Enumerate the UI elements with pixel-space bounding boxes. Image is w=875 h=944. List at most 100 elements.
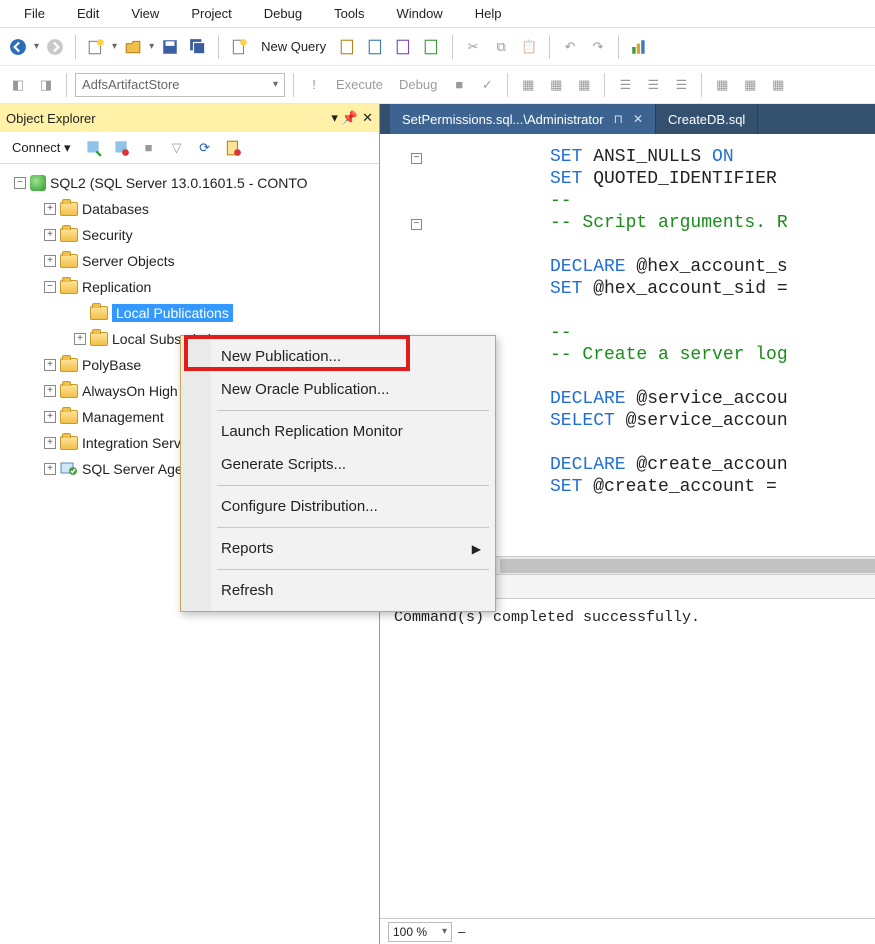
disconnect-server-icon[interactable] — [109, 136, 133, 160]
parse-icon: ✓ — [475, 73, 499, 97]
open-button[interactable] — [121, 35, 145, 59]
tree-databases[interactable]: + Databases — [4, 196, 375, 222]
new-query-button[interactable]: New Query — [255, 37, 332, 56]
cut-button: ✂ — [461, 35, 485, 59]
nav-forward-button — [43, 35, 67, 59]
menu-project[interactable]: Project — [175, 2, 247, 25]
panel-pin-icon[interactable]: 📌 — [342, 110, 358, 126]
save-button[interactable] — [158, 35, 182, 59]
expander-icon[interactable]: + — [44, 255, 56, 267]
tb-script2-icon[interactable] — [364, 35, 388, 59]
stop-icon: ■ — [447, 73, 471, 97]
tb2-tree1-icon: ☰ — [613, 73, 637, 97]
code-text[interactable]: SET ANSI_NULLS ON SET QUOTED_IDENTIFIER … — [440, 134, 875, 556]
execute-icon: ! — [302, 73, 326, 97]
tree-label: Security — [82, 227, 133, 243]
document-tabs: SetPermissions.sql...\Administrator ⊓ ✕ … — [380, 104, 875, 134]
zoom-dash: – — [458, 924, 465, 939]
database-selector[interactable]: AdfsArtifactStore ▾ — [75, 73, 285, 97]
tb-script3-icon[interactable] — [392, 35, 416, 59]
tb2-grid1-icon: ▦ — [710, 73, 734, 97]
ctx-refresh[interactable]: Refresh — [181, 574, 495, 607]
editor-status-strip: 100 % ▾ – — [380, 918, 875, 944]
new-item-button[interactable] — [84, 35, 108, 59]
menu-debug[interactable]: Debug — [248, 2, 318, 25]
menu-edit[interactable]: Edit — [61, 2, 115, 25]
nav-back-button[interactable] — [6, 35, 30, 59]
folder-icon — [60, 202, 78, 216]
expander-icon[interactable]: + — [44, 385, 56, 397]
tab-createdb[interactable]: CreateDB.sql — [656, 104, 758, 134]
tree-label: Management — [82, 409, 164, 425]
expander-icon[interactable]: − — [14, 177, 26, 189]
tb2-icon1: ◧ — [6, 73, 30, 97]
stop-oe-icon: ■ — [137, 136, 161, 160]
ctx-generate-scripts[interactable]: Generate Scripts... — [181, 448, 495, 481]
ctx-new-oracle-publication[interactable]: New Oracle Publication... — [181, 373, 495, 406]
tree-security[interactable]: + Security — [4, 222, 375, 248]
context-menu: New Publication... New Oracle Publicatio… — [180, 335, 496, 612]
folder-icon — [60, 254, 78, 268]
ctx-launch-replication-monitor[interactable]: Launch Replication Monitor — [181, 415, 495, 448]
close-icon[interactable]: ✕ — [633, 112, 643, 126]
panel-close-icon[interactable]: ✕ — [362, 110, 373, 126]
zoom-chevron-icon: ▾ — [442, 926, 447, 937]
debug-button: Debug — [393, 75, 443, 94]
expander-icon[interactable]: + — [44, 203, 56, 215]
expander-icon[interactable]: + — [44, 437, 56, 449]
folder-icon — [60, 280, 78, 294]
scrollbar-thumb[interactable] — [500, 559, 875, 573]
ctx-new-publication[interactable]: New Publication... — [181, 340, 495, 373]
activity-icon[interactable] — [627, 35, 651, 59]
submenu-arrow-icon: ▶ — [472, 542, 481, 556]
expander-icon[interactable]: + — [44, 359, 56, 371]
save-all-button[interactable] — [186, 35, 210, 59]
panel-options-icon[interactable]: ▾ — [331, 110, 338, 126]
tb2-grid3-icon: ▦ — [766, 73, 790, 97]
undo-button: ↶ — [558, 35, 582, 59]
tab-setpermissions[interactable]: SetPermissions.sql...\Administrator ⊓ ✕ — [390, 104, 656, 134]
tb-script4-icon[interactable] — [420, 35, 444, 59]
toolbar-sql: ◧ ◨ AdfsArtifactStore ▾ ! Execute Debug … — [0, 66, 875, 104]
expander-icon[interactable]: + — [44, 229, 56, 241]
ctx-reports-label: Reports — [221, 540, 274, 557]
expander-icon[interactable]: + — [74, 333, 86, 345]
expander-icon[interactable]: + — [44, 411, 56, 423]
tree-server-label: SQL2 (SQL Server 13.0.1601.5 - CONTO — [50, 175, 308, 191]
server-icon — [30, 175, 46, 191]
object-explorer-title: Object Explorer — [6, 111, 96, 126]
folder-icon — [60, 384, 78, 398]
connect-server-icon[interactable] — [81, 136, 105, 160]
new-query-icon[interactable] — [227, 35, 251, 59]
zoom-selector[interactable]: 100 % ▾ — [388, 922, 452, 942]
menu-view[interactable]: View — [115, 2, 175, 25]
connect-button[interactable]: Connect ▾ — [6, 138, 77, 158]
menu-help[interactable]: Help — [459, 2, 518, 25]
tree-label: Server Objects — [82, 253, 175, 269]
tree-local-publications[interactable]: Local Publications — [4, 300, 375, 326]
tb-script1-icon[interactable] — [336, 35, 360, 59]
new-item-chevron-icon[interactable]: ▾ — [112, 41, 117, 52]
folder-icon — [60, 358, 78, 372]
folder-icon — [60, 228, 78, 242]
pin-icon[interactable]: ⊓ — [614, 112, 623, 126]
nav-back-chevron-icon[interactable]: ▾ — [34, 41, 39, 52]
oe-script-icon[interactable] — [221, 136, 245, 160]
open-chevron-icon[interactable]: ▾ — [149, 41, 154, 52]
tab-label: CreateDB.sql — [668, 112, 745, 127]
ctx-configure-distribution[interactable]: Configure Distribution... — [181, 490, 495, 523]
menu-window[interactable]: Window — [380, 2, 458, 25]
tree-server-objects[interactable]: + Server Objects — [4, 248, 375, 274]
object-explorer-titlebar: Object Explorer ▾ 📌 ✕ — [0, 104, 379, 132]
menu-file[interactable]: File — [8, 2, 61, 25]
tree-server-node[interactable]: − SQL2 (SQL Server 13.0.1601.5 - CONTO — [4, 170, 375, 196]
tb2-ex2-icon: ▦ — [544, 73, 568, 97]
expander-icon[interactable]: − — [44, 281, 56, 293]
expander-icon[interactable]: + — [44, 463, 56, 475]
menu-tools[interactable]: Tools — [318, 2, 380, 25]
ctx-reports[interactable]: Reports ▶ — [181, 532, 495, 565]
tree-replication[interactable]: − Replication — [4, 274, 375, 300]
tree-label: PolyBase — [82, 357, 141, 373]
refresh-oe-icon[interactable]: ⟳ — [193, 136, 217, 160]
tb2-tree3-icon: ☰ — [669, 73, 693, 97]
